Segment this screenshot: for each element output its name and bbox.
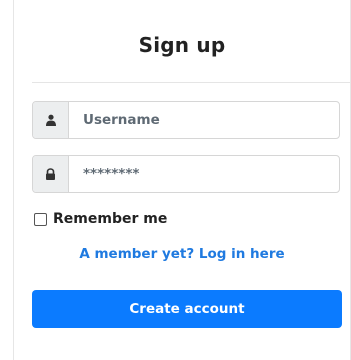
username-group	[32, 101, 340, 139]
password-input[interactable]	[69, 156, 339, 192]
signup-card: Sign up Remember me A member yet? Log in…	[13, 0, 351, 360]
remember-label: Remember me	[53, 211, 168, 227]
user-icon	[33, 102, 69, 138]
username-input[interactable]	[69, 102, 339, 138]
create-account-button[interactable]: Create account	[32, 290, 342, 328]
page-title: Sign up	[138, 33, 226, 57]
remember-me[interactable]: Remember me	[34, 211, 167, 227]
password-group	[32, 155, 340, 193]
login-link[interactable]: A member yet? Log in here	[14, 246, 350, 262]
remember-checkbox[interactable]	[34, 212, 47, 226]
title-divider	[32, 82, 350, 83]
lock-icon	[33, 156, 69, 192]
